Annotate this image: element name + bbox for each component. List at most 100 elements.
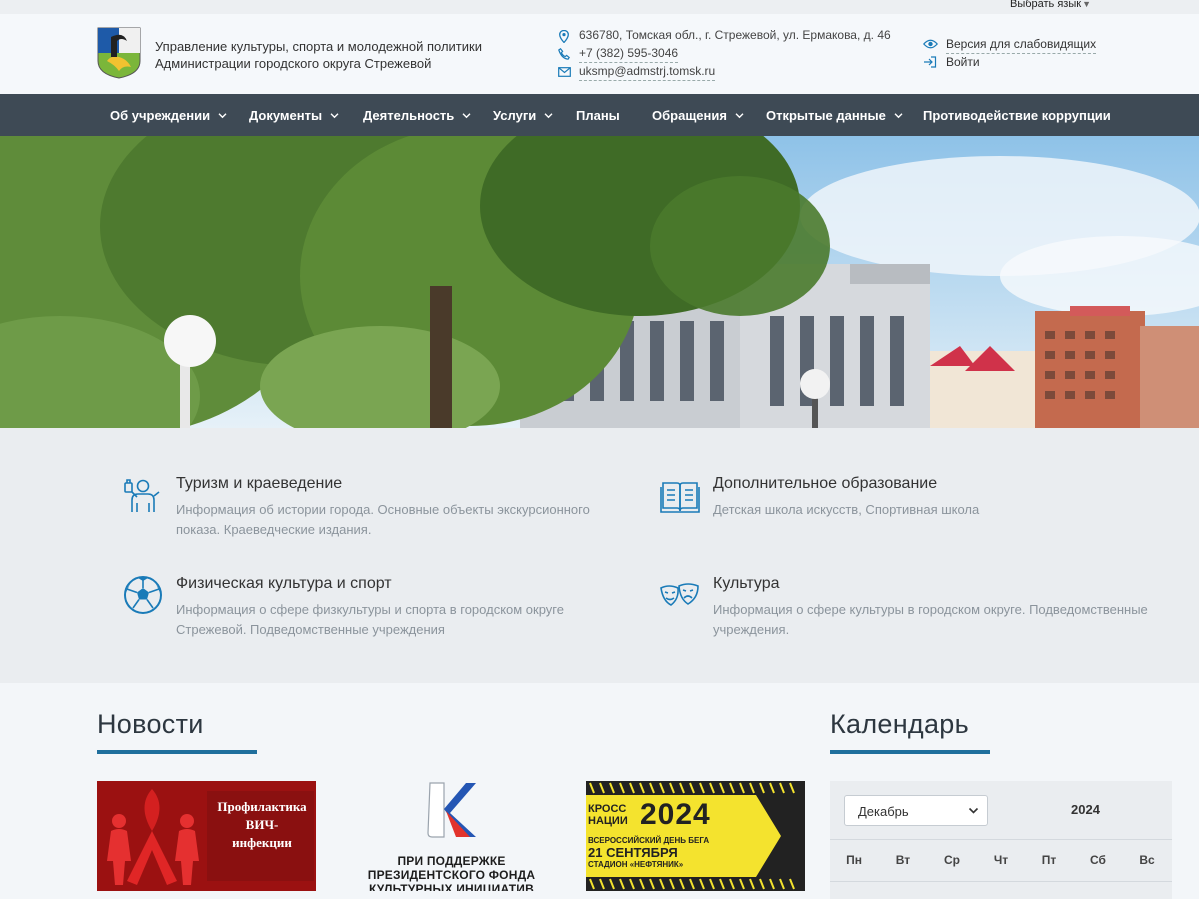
month-select-value: Декабрь bbox=[858, 804, 909, 819]
weekday-mon: Пн bbox=[846, 853, 862, 867]
caption-line: ПРЕЗИДЕНТСКОГО ФОНДА bbox=[367, 868, 536, 882]
news-heading-underline bbox=[97, 750, 257, 754]
caption-line: инфекции bbox=[232, 835, 292, 850]
soccer-ball-icon bbox=[124, 576, 162, 614]
nav-label: Планы bbox=[576, 107, 620, 123]
weekday-tue: Вт bbox=[895, 853, 911, 867]
caption-line: СТАДИОН «НЕФТЯНИК» bbox=[588, 860, 684, 869]
news-caption: ПРИ ПОДДЕРЖКЕ ПРЕЗИДЕНТСКОГО ФОНДА КУЛЬТ… bbox=[342, 854, 561, 891]
nav-item-appeals[interactable]: Обращения bbox=[652, 94, 744, 136]
eye-icon bbox=[922, 37, 938, 51]
news-heading: Новости bbox=[97, 709, 204, 739]
calendar-year: 2024 bbox=[1071, 802, 1100, 817]
chevron-down-icon bbox=[330, 112, 339, 118]
location-pin-icon bbox=[557, 29, 571, 43]
caption-line: КУЛЬТУРНЫХ ИНИЦИАТИВ bbox=[368, 882, 534, 891]
language-label: Выбрать язык bbox=[1009, 0, 1082, 10]
hero-banner-image bbox=[0, 136, 1199, 428]
nav-item-documents[interactable]: Документы bbox=[249, 94, 339, 136]
feature-title[interactable]: Туризм и краеведение bbox=[176, 475, 342, 493]
caption-line: ПРИ ПОДДЕРЖКЕ bbox=[397, 854, 506, 868]
nav-label: Деятельность bbox=[363, 107, 455, 123]
news-card-cross-nation[interactable]: КРОСС НАЦИИ 2024 ВСЕРОССИЙСКИЙ ДЕНЬ БЕГА… bbox=[586, 781, 805, 891]
caret-down-icon: ▼ bbox=[1082, 0, 1091, 9]
chevron-down-icon bbox=[544, 112, 553, 118]
phone-link[interactable]: +7 (382) 595-3046 bbox=[579, 45, 679, 64]
chevron-down-icon bbox=[968, 807, 979, 814]
calendar-heading-underline bbox=[830, 750, 990, 754]
site-header: Управление культуры, спорта и молодежной… bbox=[0, 14, 1199, 94]
main-navigation: Об учреждении Документы Деятельность Усл… bbox=[0, 94, 1199, 136]
feature-title[interactable]: Культура bbox=[713, 575, 780, 593]
feature-title[interactable]: Физическая культура и спорт bbox=[176, 575, 392, 593]
feature-description: Информация о сфере физкультуры и спорта … bbox=[176, 602, 564, 637]
nav-item-activity[interactable]: Деятельность bbox=[363, 94, 471, 136]
nav-label: Обращения bbox=[652, 107, 727, 123]
weekday-wed: Ср bbox=[944, 853, 960, 867]
phone-row: +7 (382) 595-3046 bbox=[557, 45, 891, 64]
features-section: Туризм и краеведение Информация об истор… bbox=[0, 428, 1199, 683]
email-row: uksmp@admstrj.tomsk.ru bbox=[557, 63, 891, 82]
envelope-icon bbox=[557, 65, 571, 79]
nav-label: Об учреждении bbox=[110, 107, 211, 123]
nav-label: Услуги bbox=[493, 107, 537, 123]
caption-line: Профилактика bbox=[217, 799, 307, 814]
organization-name: Управление культуры, спорта и молодежной… bbox=[155, 38, 482, 72]
lower-section: Новости Профилактика ВИЧ- инфекции ПРИ П… bbox=[0, 683, 1199, 899]
tourism-guide-icon bbox=[124, 479, 160, 512]
email-link[interactable]: uksmp@admstrj.tomsk.ru bbox=[579, 63, 716, 82]
chevron-down-icon bbox=[218, 112, 227, 118]
calendar-divider bbox=[830, 839, 1172, 840]
caption-line: ВИЧ- bbox=[245, 817, 279, 832]
news-caption-brand: КРОСС НАЦИИ bbox=[588, 803, 628, 827]
calendar-divider bbox=[830, 881, 1172, 882]
nav-item-plans[interactable]: Планы bbox=[576, 94, 620, 136]
weekday-fri: Пт bbox=[1041, 853, 1057, 867]
login-link[interactable]: Войти bbox=[946, 53, 980, 71]
nav-item-anti-corruption[interactable]: Противодействие коррупции bbox=[923, 94, 1111, 136]
caption-line: 21 СЕНТЯБРЯ bbox=[588, 845, 678, 860]
weekday-sat: Сб bbox=[1090, 853, 1106, 867]
news-caption-details: ВСЕРОССИЙСКИЙ ДЕНЬ БЕГА 21 СЕНТЯБРЯ СТАД… bbox=[588, 836, 748, 870]
accessibility-version-link[interactable]: Версия для слабовидящих bbox=[946, 35, 1097, 54]
nav-label: Противодействие коррупции bbox=[923, 107, 1111, 123]
feature-description: Детская школа искусств, Спортивная школа bbox=[713, 502, 980, 517]
org-line-1: Управление культуры, спорта и молодежной… bbox=[155, 39, 482, 54]
nav-label: Документы bbox=[249, 107, 323, 123]
caption-line: КРОСС bbox=[588, 803, 627, 815]
feature-description: Информация об истории города. Основные о… bbox=[176, 502, 590, 537]
chevron-down-icon bbox=[735, 112, 744, 118]
presidential-fund-logo bbox=[427, 782, 476, 838]
address-row: 636780, Томская обл., г. Стрежевой, ул. … bbox=[557, 27, 891, 45]
language-bar: Выбрать язык▼ bbox=[0, 0, 1199, 14]
phone-icon bbox=[557, 47, 571, 61]
address-text: 636780, Томская обл., г. Стрежевой, ул. … bbox=[579, 28, 891, 43]
org-line-2: Администрации городского округа Стрежево… bbox=[155, 56, 432, 71]
feature-description: Информация о сфере культуры в городском … bbox=[713, 602, 1148, 637]
sign-in-icon bbox=[922, 55, 938, 69]
chevron-down-icon bbox=[894, 112, 903, 118]
nav-item-open-data[interactable]: Открытые данные bbox=[766, 94, 903, 136]
calendar-widget: Декабрь 2024 Пн Вт Ср Чт Пт Сб Вс bbox=[830, 781, 1172, 899]
month-select[interactable]: Декабрь bbox=[844, 795, 988, 826]
nav-label: Открытые данные bbox=[766, 107, 886, 123]
caption-line: НАЦИИ bbox=[588, 815, 628, 827]
news-caption-year: 2024 bbox=[640, 798, 711, 831]
chevron-down-icon bbox=[462, 112, 471, 118]
login-row[interactable]: Войти bbox=[922, 53, 1096, 71]
weekday-thu: Чт bbox=[993, 853, 1009, 867]
user-tools: Версия для слабовидящих Войти bbox=[922, 35, 1097, 71]
accessibility-row[interactable]: Версия для слабовидящих bbox=[922, 35, 1097, 54]
news-card-hiv[interactable]: Профилактика ВИЧ- инфекции bbox=[97, 781, 316, 891]
nav-item-services[interactable]: Услуги bbox=[493, 94, 553, 136]
city-emblem-logo[interactable] bbox=[97, 27, 141, 79]
nav-item-about[interactable]: Об учреждении bbox=[110, 94, 227, 136]
language-selector[interactable]: Выбрать язык▼ bbox=[1010, 0, 1091, 10]
news-card-presidential-fund[interactable]: ПРИ ПОДДЕРЖКЕ ПРЕЗИДЕНТСКОГО ФОНДА КУЛЬТ… bbox=[342, 781, 561, 891]
news-caption: Профилактика ВИЧ- инфекции bbox=[210, 798, 314, 852]
feature-title[interactable]: Дополнительное образование bbox=[713, 475, 937, 493]
calendar-heading: Календарь bbox=[830, 709, 969, 739]
contacts-block: 636780, Томская обл., г. Стрежевой, ул. … bbox=[557, 27, 891, 82]
open-book-icon bbox=[660, 482, 700, 513]
weekday-sun: Вс bbox=[1139, 853, 1155, 867]
